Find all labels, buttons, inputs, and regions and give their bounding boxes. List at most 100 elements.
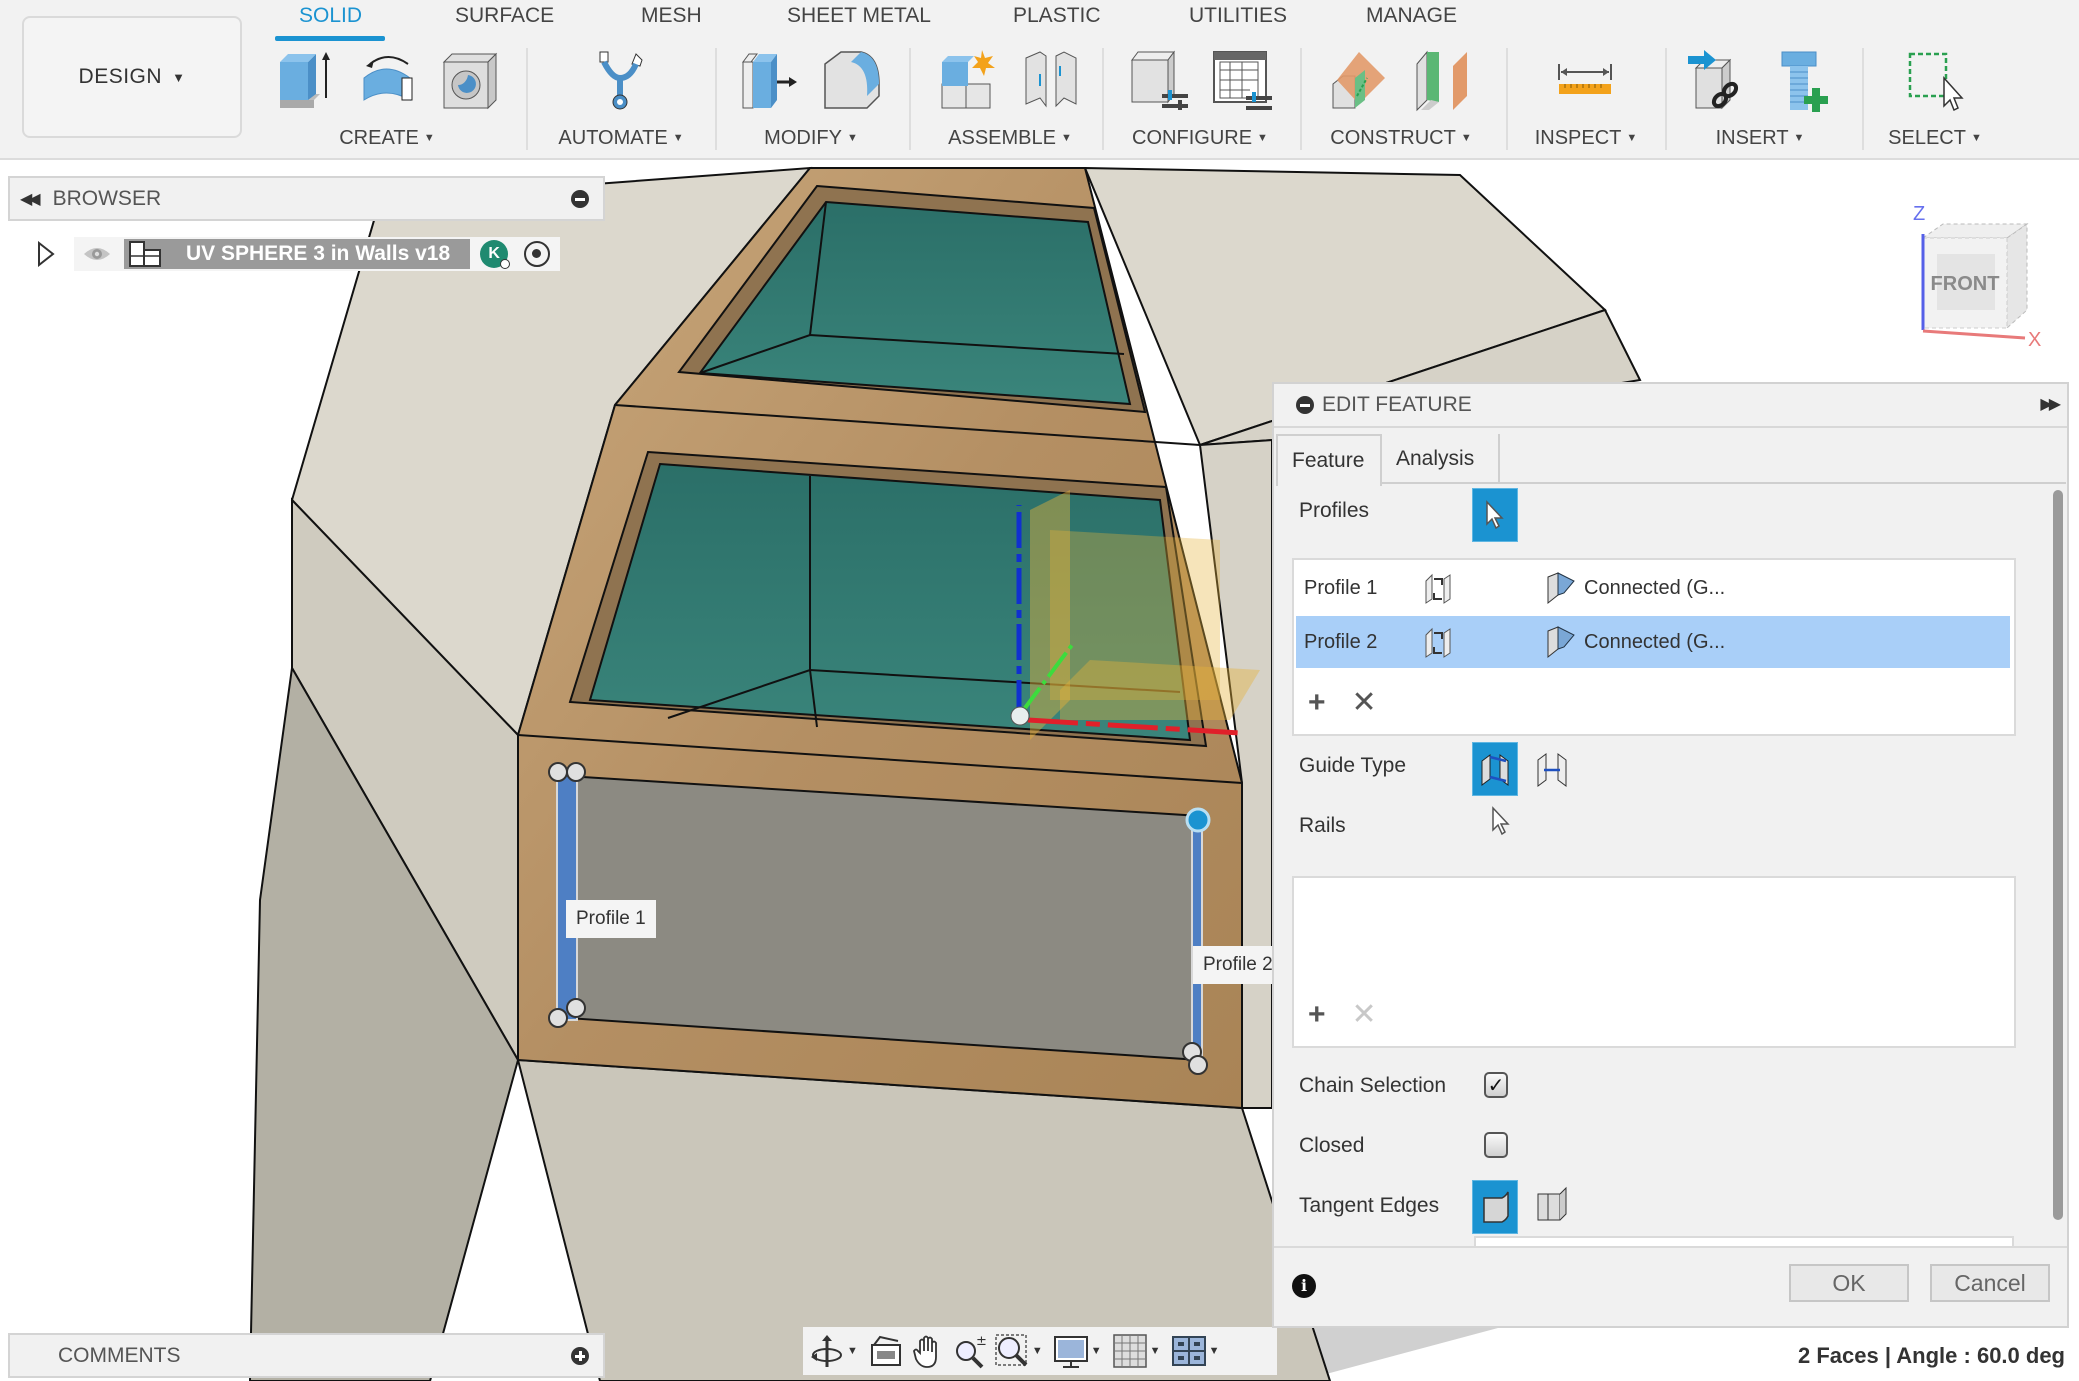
look-at-icon	[870, 1335, 901, 1366]
visibility-eye-icon[interactable]	[82, 244, 112, 264]
root-node-label-box: UV SPHERE 3 in Walls v18	[124, 239, 471, 269]
profile-continuity[interactable]: Connected (G...	[1584, 577, 1725, 600]
collapse-panel-icon[interactable]: ◀◀	[20, 189, 41, 209]
divider	[1862, 48, 1864, 150]
keep-tangent-edges-icon[interactable]	[1532, 1184, 1572, 1224]
user-badge: K	[480, 240, 511, 269]
divider	[1665, 48, 1667, 150]
ribbon-toolbar: DESIGN ▼ SOLID SURFACE MESH SHEET METAL …	[0, 0, 2079, 160]
tab-analysis[interactable]: Analysis	[1382, 434, 1500, 484]
expand-dialog-icon[interactable]: ▶▶	[2040, 394, 2061, 414]
remove-profile-button[interactable]: ✕	[1352, 688, 1377, 718]
group-inspect: INSPECT ▼	[1512, 44, 1660, 154]
continuity-icon[interactable]	[1544, 625, 1578, 659]
profile-row[interactable]: Profile 1 Connected (G...	[1296, 562, 2010, 614]
viewport-label-profile-1[interactable]: Profile 1	[566, 900, 656, 938]
profiles-select-button[interactable]	[1472, 488, 1518, 542]
guide-type-rails-button[interactable]	[1472, 742, 1518, 796]
automate-icon[interactable]	[590, 48, 652, 112]
insert-derive-icon[interactable]	[1688, 48, 1750, 112]
info-icon[interactable]: i	[1292, 1274, 1316, 1298]
tangent-edges-label: Tangent Edges	[1299, 1194, 1440, 1217]
fillet-icon[interactable]	[821, 48, 883, 112]
edit-feature-dialog: EDIT FEATURE ▶▶ Feature Analysis Profile…	[1272, 382, 2069, 1328]
add-profile-button[interactable]: +	[1308, 688, 1326, 718]
group-label-configure[interactable]: CONFIGURE ▼	[1110, 127, 1290, 150]
group-create: CREATE ▼	[262, 44, 512, 154]
tab-mesh[interactable]: MESH	[641, 4, 702, 28]
window-select-icon[interactable]	[1904, 48, 1966, 112]
continuity-icon[interactable]	[1544, 571, 1578, 605]
ok-button[interactable]: OK	[1789, 1264, 1909, 1302]
configure-icon[interactable]	[1128, 48, 1190, 112]
activate-radio-icon[interactable]	[524, 241, 551, 267]
browser-root-node[interactable]: UV SPHERE 3 in Walls v18 K	[36, 237, 561, 271]
zoom-icon: ±	[955, 1334, 987, 1369]
group-label-select[interactable]: SELECT ▼	[1870, 127, 2000, 150]
extrude-icon[interactable]	[274, 48, 336, 112]
minimize-icon[interactable]	[571, 190, 589, 208]
midplane-icon[interactable]	[1411, 48, 1473, 112]
workspace-switcher[interactable]: DESIGN ▼	[22, 16, 242, 138]
measure-icon[interactable]	[1555, 48, 1617, 112]
group-label-create[interactable]: CREATE ▼	[262, 127, 512, 150]
group-label-insert[interactable]: INSERT ▼	[1672, 127, 1848, 150]
guide-type-label: Guide Type	[1299, 754, 1407, 777]
pan-button[interactable]	[910, 1333, 946, 1369]
fit-button[interactable]: ▼	[994, 1333, 1047, 1369]
group-label-assemble[interactable]: ASSEMBLE ▼	[920, 127, 1100, 150]
press-pull-icon[interactable]	[739, 48, 801, 112]
rails-list[interactable]: + ✕	[1292, 876, 2016, 1048]
group-label-automate[interactable]: AUTOMATE ▼	[540, 127, 702, 150]
rails-select-cursor-icon[interactable]	[1490, 806, 1512, 836]
tab-solid[interactable]: SOLID	[299, 4, 362, 28]
dialog-footer: i OK Cancel	[1274, 1246, 2067, 1326]
look-at-button[interactable]	[868, 1333, 904, 1369]
tab-surface[interactable]: SURFACE	[455, 4, 554, 28]
svg-text:±: ±	[976, 1334, 987, 1349]
viewcube[interactable]: FRONT Z X	[1895, 198, 2045, 348]
dialog-tabs: Feature Analysis	[1276, 434, 2066, 486]
add-rail-button[interactable]: +	[1308, 1000, 1326, 1030]
profile-row[interactable]: Profile 2 Connected (G...	[1296, 616, 2010, 668]
tab-sheet-metal[interactable]: SHEET METAL	[787, 4, 931, 28]
expand-triangle-icon[interactable]	[36, 241, 56, 267]
divider	[526, 48, 528, 150]
configuration-table-icon[interactable]	[1210, 48, 1272, 112]
offset-plane-icon[interactable]	[1329, 48, 1391, 112]
tab-utilities[interactable]: UTILITIES	[1189, 4, 1287, 28]
display-settings-button[interactable]: ▼	[1053, 1333, 1106, 1369]
zoom-button[interactable]: ±	[952, 1333, 988, 1369]
group-label-construct[interactable]: CONSTRUCT ▼	[1308, 127, 1494, 150]
grid-icon	[1112, 1334, 1147, 1368]
viewports-button[interactable]: ▼	[1171, 1333, 1224, 1369]
tab-feature[interactable]: Feature	[1276, 434, 1382, 486]
tab-plastic[interactable]: PLASTIC	[1013, 4, 1101, 28]
orbit-button[interactable]: ▼	[809, 1333, 862, 1369]
group-assemble: ASSEMBLE ▼	[920, 44, 1100, 154]
closed-checkbox[interactable]	[1484, 1132, 1508, 1158]
cursor-arrow-icon	[1486, 500, 1504, 530]
minimize-icon[interactable]	[1296, 396, 1314, 414]
revolve-icon[interactable]	[356, 48, 418, 112]
hole-icon[interactable]	[438, 48, 500, 112]
group-label-inspect[interactable]: INSPECT ▼	[1512, 127, 1660, 150]
grid-settings-button[interactable]: ▼	[1112, 1333, 1165, 1369]
cancel-button[interactable]: Cancel	[1930, 1264, 2050, 1302]
group-label-modify[interactable]: MODIFY ▼	[726, 127, 896, 150]
chain-selection-checkbox[interactable]: ✓	[1484, 1072, 1508, 1098]
tab-manage[interactable]: MANAGE	[1366, 4, 1457, 28]
tangent-edges-merge-button[interactable]	[1472, 1180, 1518, 1234]
new-component-icon[interactable]	[938, 48, 1000, 112]
guide-centerline-icon[interactable]	[1532, 748, 1572, 788]
axis-x-label: X	[2028, 329, 2041, 348]
profile-continuity[interactable]: Connected (G...	[1584, 631, 1725, 654]
add-comment-icon[interactable]	[571, 1347, 589, 1365]
insert-fastener-icon[interactable]	[1770, 48, 1832, 112]
profiles-label: Profiles	[1299, 499, 1370, 522]
dialog-scrollbar[interactable]	[2053, 490, 2063, 1220]
joint-icon[interactable]	[1020, 48, 1082, 112]
flip-direction-icon[interactable]	[1422, 573, 1454, 605]
flip-direction-icon[interactable]	[1422, 627, 1454, 659]
divider	[1102, 48, 1104, 150]
